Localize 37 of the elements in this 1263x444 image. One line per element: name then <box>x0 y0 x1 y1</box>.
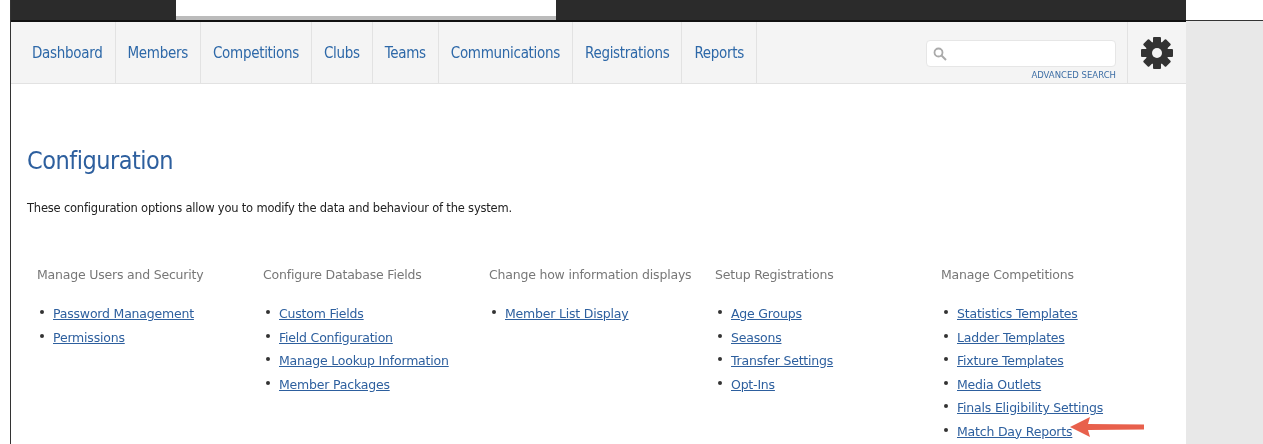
section-heading: Change how information displays <box>489 267 693 282</box>
config-link[interactable]: Age Groups <box>731 306 802 321</box>
search-field[interactable] <box>926 40 1116 67</box>
nav-tab[interactable]: Registrations <box>573 22 683 83</box>
search-icon <box>933 46 947 61</box>
config-link[interactable]: Ladder Templates <box>957 329 1065 345</box>
nav-tab[interactable]: Communications <box>438 22 573 83</box>
section-heading: Manage Users and Security <box>37 267 205 282</box>
advanced-search-link[interactable]: ADVANCED SEARCH <box>1031 70 1116 80</box>
section-heading: Manage Competitions <box>941 267 1075 282</box>
section-heading: Setup Registrations <box>715 267 835 282</box>
config-link[interactable]: Match Day Reports <box>957 423 1073 439</box>
nav-tab[interactable]: Competitions <box>200 22 312 83</box>
nav-tab[interactable]: Reports <box>682 22 758 83</box>
config-link[interactable]: Password Management <box>53 306 194 321</box>
config-link[interactable]: Finals Eligibility Settings <box>957 400 1104 415</box>
page-title: Configuration <box>27 146 175 175</box>
nav-tab[interactable]: Members <box>115 22 201 83</box>
nav-tab[interactable]: Dashboard <box>20 22 116 83</box>
page-description: These configuration options allow you to modify the data and behaviour of the system. <box>27 201 513 215</box>
nav-tab[interactable]: Clubs <box>312 22 373 83</box>
config-link[interactable]: Seasons <box>731 329 782 345</box>
nav-tab[interactable]: Teams <box>372 22 439 83</box>
arrow-icon <box>1070 416 1146 438</box>
settings-icon[interactable] <box>1140 35 1174 70</box>
config-link[interactable]: Opt-Ins <box>731 376 775 392</box>
config-link[interactable]: Fixture Templates <box>957 353 1064 368</box>
config-link[interactable]: Custom Fields <box>279 306 364 321</box>
config-link[interactable]: Field Configuration <box>279 329 393 345</box>
config-link[interactable]: Manage Lookup Information <box>279 353 449 368</box>
config-link[interactable]: Statistics Templates <box>957 306 1078 321</box>
config-link[interactable]: Media Outlets <box>957 376 1042 392</box>
config-link[interactable]: Permissions <box>53 329 125 345</box>
config-link[interactable]: Member List Display <box>505 306 629 321</box>
config-link[interactable]: Member Packages <box>279 376 390 392</box>
config-link[interactable]: Transfer Settings <box>731 353 834 368</box>
section-heading: Configure Database Fields <box>263 267 423 282</box>
